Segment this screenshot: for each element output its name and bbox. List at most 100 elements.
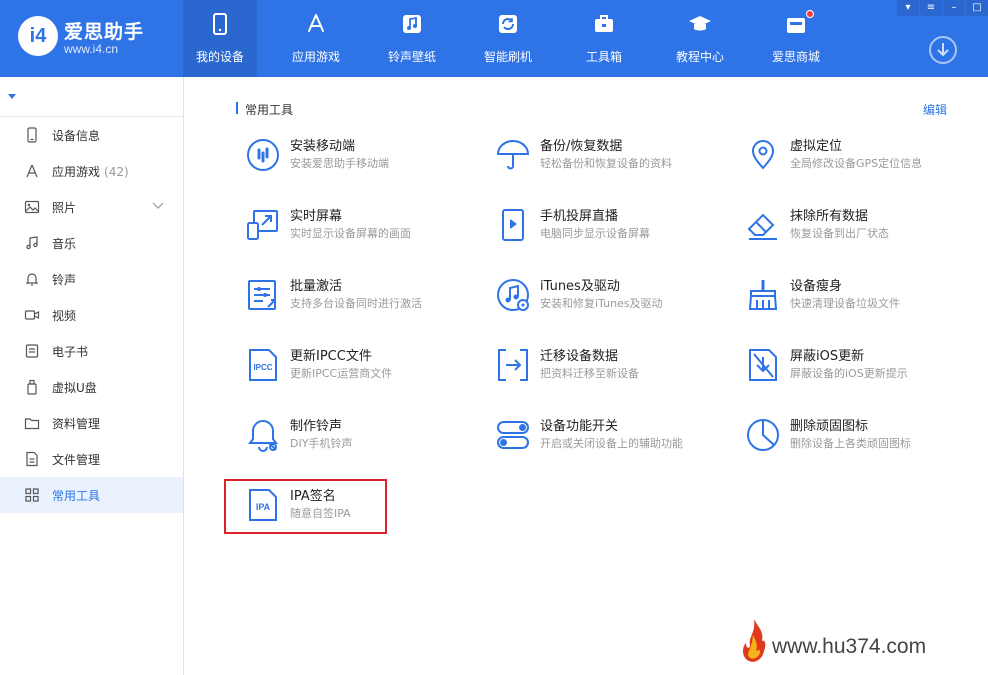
tool-subtitle: 把资料迁移至新设备 bbox=[540, 367, 639, 380]
tool-subtitle: 轻松备份和恢复设备的资料 bbox=[540, 157, 672, 170]
sidebar-item-file-management[interactable]: 文件管理 bbox=[0, 441, 183, 477]
chevron-down-icon[interactable] bbox=[152, 201, 164, 211]
device-info-icon bbox=[27, 127, 37, 143]
graduation-cap-icon bbox=[689, 16, 711, 31]
itunes-icon bbox=[497, 279, 529, 311]
sidebar-item-photos[interactable]: 照片 bbox=[0, 189, 183, 225]
nav-label: 铃声壁纸 bbox=[387, 50, 436, 64]
photo-icon bbox=[24, 200, 40, 214]
tool-feature-switch[interactable]: 设备功能开关 开启或关闭设备上的辅助功能 bbox=[495, 413, 725, 463]
window-controls: ▾ ≡ – □ bbox=[896, 0, 988, 18]
tool-erase-all-data[interactable]: 抹除所有数据 恢复设备到出厂状态 bbox=[745, 203, 975, 253]
tool-title: 安装移动端 bbox=[290, 139, 356, 154]
tool-title: 设备瘦身 bbox=[790, 279, 843, 294]
eraser-icon bbox=[747, 213, 777, 240]
sidebar-item-data-management[interactable]: 资料管理 bbox=[0, 405, 183, 441]
tool-batch-activate[interactable]: 批量激活 支持多台设备同时进行激活 bbox=[245, 273, 475, 323]
sidebar: 设备信息 应用游戏 (42) 照片 音乐 铃声 视频 电子书 虚拟U盘 资料管理… bbox=[0, 77, 184, 675]
highlight-annotation-box bbox=[224, 479, 387, 534]
apps-count: (42) bbox=[104, 165, 129, 179]
app-logo[interactable]: i4 爱思助手 www.i4.cn bbox=[18, 14, 168, 62]
tool-screen-cast-live[interactable]: 手机投屏直播 电脑同步显示设备屏幕 bbox=[495, 203, 725, 253]
sidebar-item-text: 应用游戏 bbox=[52, 165, 101, 179]
tool-delete-stubborn-icons[interactable]: 删除顽固图标 删除设备上各类顽固图标 bbox=[745, 413, 975, 463]
download-button[interactable] bbox=[929, 36, 957, 64]
notification-badge bbox=[806, 10, 814, 18]
video-icon bbox=[24, 310, 40, 320]
logo-mark-icon: i4 bbox=[18, 16, 58, 56]
nav-label: 爱思商城 bbox=[771, 50, 820, 64]
phone-icon bbox=[213, 13, 227, 35]
tool-subtitle: 更新IPCC运营商文件 bbox=[290, 367, 393, 380]
sidebar-item-label: 应用游戏 (42) bbox=[52, 163, 129, 180]
tool-make-ringtone[interactable]: 制作铃声 DIY手机铃声 bbox=[245, 413, 475, 463]
tool-block-ios-update[interactable]: 屏蔽iOS更新 屏蔽设备的iOS更新提示 bbox=[745, 343, 975, 393]
tool-subtitle: 屏蔽设备的iOS更新提示 bbox=[790, 367, 908, 380]
sidebar-item-virtual-udisk[interactable]: 虚拟U盘 bbox=[0, 369, 183, 405]
screen-mirror-icon bbox=[247, 210, 278, 240]
tool-title: 删除顽固图标 bbox=[790, 419, 869, 434]
nav-label: 教程中心 bbox=[675, 50, 724, 64]
minimize-button[interactable]: – bbox=[943, 0, 965, 16]
tool-subtitle: 恢复设备到出厂状态 bbox=[790, 227, 889, 240]
caret-down-icon bbox=[8, 94, 16, 99]
nav-apps-games[interactable]: 应用游戏 bbox=[279, 0, 353, 77]
batch-activate-icon bbox=[248, 280, 276, 310]
tool-itunes-driver[interactable]: iTunes及驱动 安装和修复iTunes及驱动 bbox=[495, 273, 725, 323]
nav-label: 应用游戏 bbox=[291, 50, 340, 64]
umbrella-icon bbox=[496, 140, 530, 170]
tool-subtitle: 快速清理设备垃圾文件 bbox=[790, 297, 900, 310]
tool-title: 更新IPCC文件 bbox=[290, 349, 372, 364]
sidebar-item-ringtones[interactable]: 铃声 bbox=[0, 261, 183, 297]
tool-subtitle: 电脑同步显示设备屏幕 bbox=[540, 227, 650, 240]
nav-toolbox[interactable]: 工具箱 bbox=[567, 0, 641, 77]
nav-my-device[interactable]: 我的设备 bbox=[183, 0, 257, 77]
tool-subtitle: 支持多台设备同时进行激活 bbox=[290, 297, 422, 310]
tool-device-slim[interactable]: 设备瘦身 快速清理设备垃圾文件 bbox=[745, 273, 975, 323]
download-arrow-icon bbox=[937, 43, 949, 57]
tool-update-ipcc[interactable]: IPCC 更新IPCC文件 更新IPCC运营商文件 bbox=[245, 343, 475, 393]
skin-button[interactable]: ▾ bbox=[897, 0, 919, 16]
sidebar-item-music[interactable]: 音乐 bbox=[0, 225, 183, 261]
nav-label: 工具箱 bbox=[585, 50, 622, 64]
tool-title: 实时屏幕 bbox=[290, 209, 343, 224]
tool-migrate-data[interactable]: 迁移设备数据 把资料迁移至新设备 bbox=[495, 343, 725, 393]
svg-text:IPCC: IPCC bbox=[253, 363, 272, 372]
nav-tutorial-center[interactable]: 教程中心 bbox=[663, 0, 737, 77]
sidebar-item-apps[interactable]: 应用游戏 (42) bbox=[0, 153, 183, 189]
sidebar-item-label: 文件管理 bbox=[52, 453, 101, 467]
tool-title: iTunes及驱动 bbox=[540, 279, 620, 294]
migrate-icon bbox=[498, 349, 528, 381]
grid-icon bbox=[25, 488, 39, 502]
shop-icon bbox=[787, 18, 805, 33]
tool-realtime-screen[interactable]: 实时屏幕 实时显示设备屏幕的画面 bbox=[245, 203, 475, 253]
tool-title: 迁移设备数据 bbox=[540, 349, 619, 364]
tool-subtitle: 删除设备上各类顽固图标 bbox=[790, 437, 911, 450]
tool-virtual-location[interactable]: 虚拟定位 全局修改设备GPS定位信息 bbox=[745, 133, 975, 183]
tool-title: 虚拟定位 bbox=[790, 139, 843, 154]
device-selector[interactable] bbox=[0, 77, 183, 117]
sidebar-item-video[interactable]: 视频 bbox=[0, 297, 183, 333]
bell-icon bbox=[25, 273, 39, 286]
tool-subtitle: DIY手机铃声 bbox=[290, 437, 353, 450]
tool-backup-restore[interactable]: 备份/恢复数据 轻松备份和恢复设备的资料 bbox=[495, 133, 725, 183]
usb-icon bbox=[27, 379, 37, 395]
menu-button[interactable]: ≡ bbox=[920, 0, 942, 16]
tool-subtitle: 全局修改设备GPS定位信息 bbox=[790, 157, 923, 170]
nav-shop[interactable]: 爱思商城 bbox=[759, 0, 833, 77]
sidebar-item-label: 常用工具 bbox=[52, 489, 101, 503]
sidebar-item-device-info[interactable]: 设备信息 bbox=[0, 117, 183, 153]
maximize-button[interactable]: □ bbox=[966, 0, 988, 16]
main-content: 常用工具 编辑 安装移动端 安装爱思助手移动端 备份/恢复数据 轻松备份和恢复设… bbox=[184, 77, 988, 675]
sidebar-item-ebook[interactable]: 电子书 bbox=[0, 333, 183, 369]
sidebar-list: 设备信息 应用游戏 (42) 照片 音乐 铃声 视频 电子书 虚拟U盘 资料管理… bbox=[0, 117, 183, 513]
tool-title: 备份/恢复数据 bbox=[540, 139, 623, 154]
nav-smart-flash[interactable]: 智能刷机 bbox=[471, 0, 545, 77]
sidebar-item-common-tools[interactable]: 常用工具 bbox=[0, 477, 183, 513]
tool-install-mobile[interactable]: 安装移动端 安装爱思助手移动端 bbox=[245, 133, 475, 183]
broom-icon bbox=[748, 280, 778, 310]
toolbox-icon bbox=[595, 15, 613, 32]
edit-link[interactable]: 编辑 bbox=[923, 101, 947, 118]
sidebar-item-label: 照片 bbox=[52, 201, 77, 215]
nav-ringtones-wallpapers[interactable]: 铃声壁纸 bbox=[375, 0, 449, 77]
